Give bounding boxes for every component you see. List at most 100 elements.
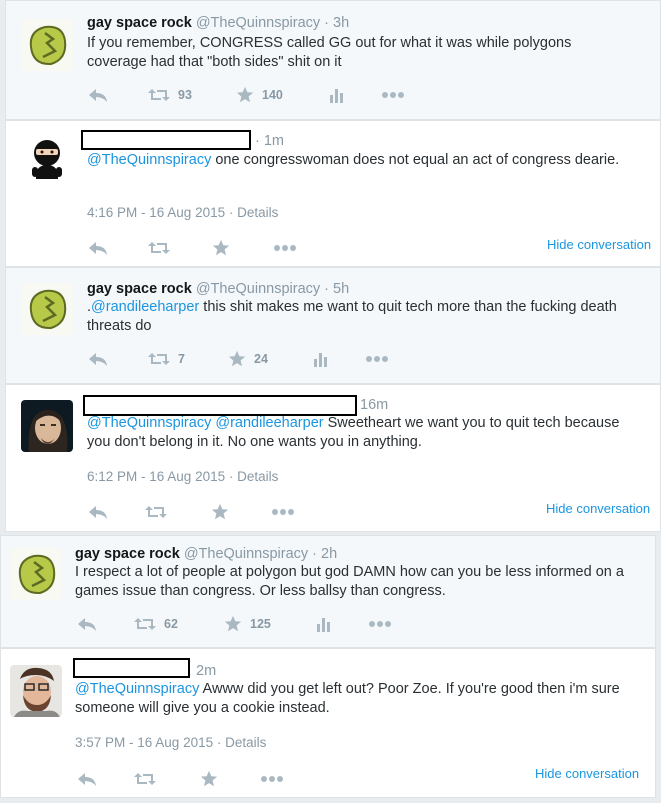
like-button[interactable]: 24 xyxy=(228,349,268,369)
details-link[interactable]: Details xyxy=(225,735,266,750)
reply-card[interactable]: · 1m @TheQuinnspiracy one congresswoman … xyxy=(5,120,661,267)
separator: · xyxy=(320,15,334,31)
avatar[interactable] xyxy=(10,548,62,600)
reply-card[interactable]: 2m @TheQuinnspiracy Awww did you get lef… xyxy=(0,648,656,798)
separator: · xyxy=(255,133,264,149)
timestamp-short[interactable]: 16m xyxy=(360,397,388,413)
avatar[interactable] xyxy=(21,283,73,335)
mention-link[interactable]: @TheQuinnspiracy xyxy=(75,681,199,697)
full-timestamp[interactable]: 4:16 PM - 16 Aug 2015 xyxy=(87,205,225,220)
hide-conversation-link[interactable]: Hide conversation xyxy=(547,237,651,252)
details-link[interactable]: Details xyxy=(237,469,278,484)
avatar[interactable] xyxy=(21,400,73,452)
retweet-button[interactable] xyxy=(145,502,167,522)
tweet-header: gay space rock @TheQuinnspiracy · 3h xyxy=(87,14,349,32)
retweet-count: 62 xyxy=(164,617,178,631)
more-icon xyxy=(274,245,296,251)
details-link[interactable]: Details xyxy=(237,205,278,220)
like-button[interactable] xyxy=(212,238,230,258)
reply-button[interactable] xyxy=(88,349,108,369)
analytics-icon xyxy=(314,353,327,367)
timestamp-short[interactable]: 3h xyxy=(333,15,349,31)
mention-link[interactable]: @TheQuinnspiracy xyxy=(87,415,211,431)
timestamp-short[interactable]: 2h xyxy=(321,546,337,562)
more-icon xyxy=(261,776,283,782)
analytics-button[interactable] xyxy=(313,349,329,369)
tweet-header: gay space rock @TheQuinnspiracy · 2h xyxy=(75,545,337,563)
like-icon xyxy=(236,86,254,103)
retweet-button[interactable]: 7 xyxy=(148,349,185,369)
like-count: 125 xyxy=(250,617,271,631)
full-timestamp[interactable]: 3:57 PM - 16 Aug 2015 xyxy=(75,735,213,750)
like-button[interactable]: 140 xyxy=(236,85,283,105)
reply-button[interactable] xyxy=(77,614,97,634)
more-button[interactable] xyxy=(260,769,284,789)
redacted-username xyxy=(81,130,251,150)
like-button[interactable] xyxy=(211,502,229,522)
retweet-button[interactable] xyxy=(134,769,156,789)
like-button[interactable]: 125 xyxy=(224,614,271,634)
handle[interactable]: @TheQuinnspiracy xyxy=(196,281,320,297)
more-button[interactable] xyxy=(365,349,389,369)
reply-button[interactable] xyxy=(77,769,97,789)
handle[interactable]: @TheQuinnspiracy xyxy=(196,15,320,31)
tweet-timestamp: 3:57 PM - 16 Aug 2015 · Details xyxy=(75,735,266,750)
mention-link-2[interactable]: @randileeharper xyxy=(215,415,323,431)
tweet-header: · 1m xyxy=(255,132,284,150)
tweet-text: @TheQuinnspiracy Awww did you get left o… xyxy=(75,680,640,718)
like-count: 24 xyxy=(254,352,268,366)
retweet-icon xyxy=(134,773,156,785)
like-icon xyxy=(200,770,218,787)
reply-button[interactable] xyxy=(88,85,108,105)
tweet-card[interactable]: gay space rock @TheQuinnspiracy · 2h I r… xyxy=(0,535,656,648)
reply-button[interactable] xyxy=(88,238,108,258)
timestamp-short[interactable]: 5h xyxy=(333,281,349,297)
separator: · xyxy=(225,469,238,484)
like-button[interactable] xyxy=(200,769,218,789)
tweet-text: I respect a lot of people at polygon but… xyxy=(75,564,624,599)
avatar[interactable] xyxy=(21,19,73,71)
separator: · xyxy=(320,281,334,297)
avatar[interactable] xyxy=(21,133,73,185)
more-icon xyxy=(369,621,391,627)
tweet-actions xyxy=(88,238,308,258)
mention-link[interactable]: @TheQuinnspiracy xyxy=(87,152,211,168)
full-timestamp[interactable]: 6:12 PM - 16 Aug 2015 xyxy=(87,469,225,484)
retweet-icon xyxy=(145,506,167,518)
analytics-button[interactable] xyxy=(329,85,345,105)
tweet-header: 2m xyxy=(196,662,216,680)
reply-icon xyxy=(78,773,96,786)
more-button[interactable] xyxy=(271,502,295,522)
tweet-text: @TheQuinnspiracy one congresswoman does … xyxy=(87,151,632,170)
tweet-card[interactable]: gay space rock @TheQuinnspiracy · 3h If … xyxy=(5,0,661,120)
timestamp-short[interactable]: 1m xyxy=(264,133,284,149)
more-icon xyxy=(272,509,294,515)
reply-icon xyxy=(89,506,107,519)
retweet-button[interactable]: 62 xyxy=(134,614,178,634)
more-button[interactable] xyxy=(381,85,405,105)
more-icon xyxy=(366,356,388,362)
display-name[interactable]: gay space rock xyxy=(87,281,192,297)
analytics-button[interactable] xyxy=(316,614,332,634)
mention-link[interactable]: @randileeharper xyxy=(91,299,199,315)
hide-conversation-link[interactable]: Hide conversation xyxy=(535,766,639,781)
tweet-body: one congresswoman does not equal an act … xyxy=(211,152,620,168)
avatar[interactable] xyxy=(10,665,62,717)
tweet-text: If you remember, CONGRESS called GG out … xyxy=(87,35,572,70)
reply-button[interactable] xyxy=(88,502,108,522)
more-button[interactable] xyxy=(273,238,297,258)
handle[interactable]: @TheQuinnspiracy xyxy=(184,546,308,562)
more-button[interactable] xyxy=(368,614,392,634)
timestamp-short[interactable]: 2m xyxy=(196,663,216,679)
like-icon xyxy=(224,615,242,632)
reply-icon xyxy=(89,89,107,102)
hide-conversation-link[interactable]: Hide conversation xyxy=(546,501,650,516)
display-name[interactable]: gay space rock xyxy=(75,546,180,562)
tweet-card[interactable]: gay space rock @TheQuinnspiracy · 5h .@r… xyxy=(5,267,661,384)
display-name[interactable]: gay space rock xyxy=(87,15,192,31)
tweet-text: @TheQuinnspiracy @randileeharper Sweethe… xyxy=(87,414,632,452)
reply-card[interactable]: 16m @TheQuinnspiracy @randileeharper Swe… xyxy=(5,384,661,532)
retweet-button[interactable]: 93 xyxy=(148,85,192,105)
retweet-button[interactable] xyxy=(148,238,170,258)
reply-icon xyxy=(78,618,96,631)
